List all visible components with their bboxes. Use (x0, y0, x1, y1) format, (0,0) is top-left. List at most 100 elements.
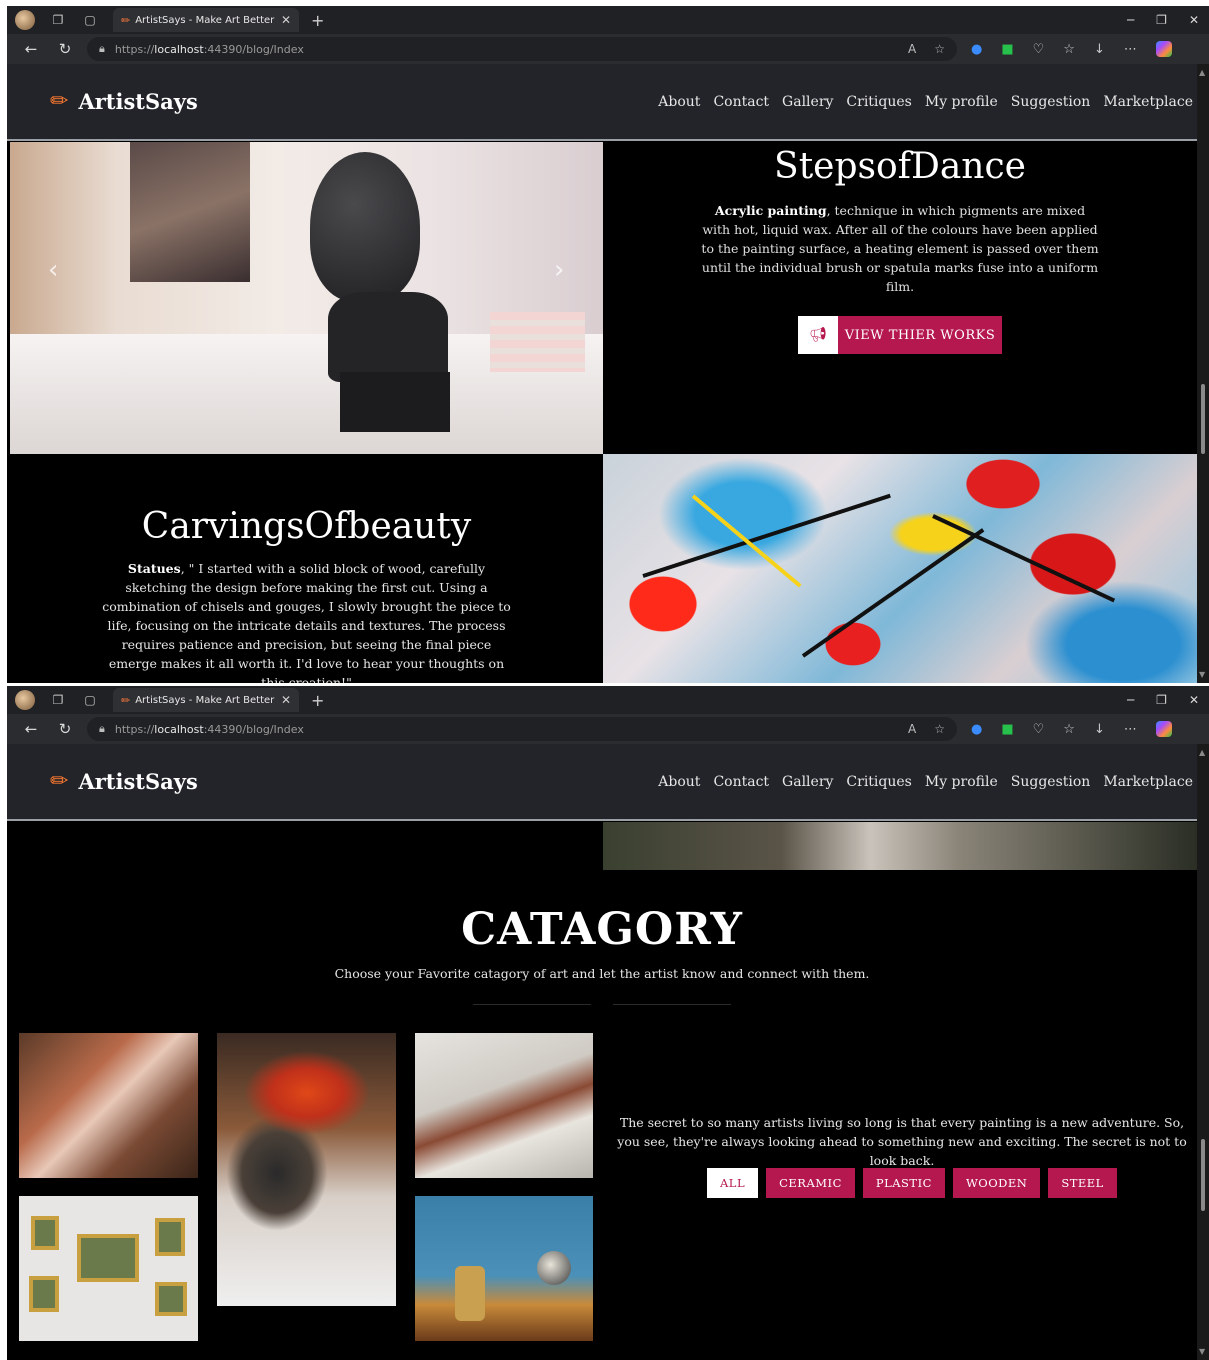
nav-my-profile[interactable]: My profile (925, 94, 998, 110)
lock-icon: 🔒︎ (99, 722, 105, 735)
filter-steel-button[interactable]: STEEL (1048, 1168, 1117, 1198)
brand-name: ArtistSays (78, 769, 198, 794)
page-scrollbar[interactable]: ▲ ▼ (1197, 64, 1209, 683)
gallery-image-portraits[interactable] (19, 1033, 198, 1178)
filter-plastic-button[interactable]: PLASTIC (862, 1168, 945, 1198)
filter-ceramic-button[interactable]: CERAMIC (766, 1168, 855, 1198)
minimize-icon[interactable]: ─ (1127, 13, 1134, 27)
browser-essentials-icon[interactable]: ♡ (1033, 42, 1045, 57)
brand-logo[interactable]: ✏ ArtistSays (50, 769, 198, 794)
gallery-image-framed-paintings[interactable] (19, 1196, 198, 1341)
brand-name: ArtistSays (78, 89, 198, 114)
workspaces-icon[interactable]: ❐ (49, 11, 67, 29)
downloads-icon[interactable]: ↓ (1094, 722, 1105, 737)
read-aloud-icon[interactable]: A (908, 722, 916, 736)
tab-actions-icon[interactable]: ▢ (81, 11, 99, 29)
nav-about[interactable]: About (658, 774, 700, 790)
page-scrollbar[interactable]: ▲ ▼ (1197, 744, 1209, 1360)
url-scheme: https:// (114, 42, 155, 56)
back-arrow-icon[interactable]: ← (21, 720, 41, 738)
nav-contact[interactable]: Contact (713, 94, 769, 110)
nav-critiques[interactable]: Critiques (846, 774, 911, 790)
new-tab-button[interactable]: + (311, 691, 324, 710)
close-window-icon[interactable]: ✕ (1189, 13, 1199, 27)
feature-title: StepsofDance (774, 146, 1026, 187)
restore-icon[interactable]: ❐ (1156, 693, 1167, 707)
url-path: :44390/blog/Index (203, 722, 304, 736)
refresh-icon[interactable]: ↻ (55, 720, 75, 738)
nav-critiques[interactable]: Critiques (846, 94, 911, 110)
tab-strip: ❐ ▢ ✏ ArtistSays - Make Art Better ✕ + ─… (7, 686, 1209, 714)
extension-icon[interactable]: ■ (1001, 722, 1013, 737)
pencil-icon: ✏ (121, 13, 131, 27)
more-menu-icon[interactable]: ⋯ (1124, 722, 1137, 737)
filter-wooden-button[interactable]: WOODEN (952, 1168, 1041, 1198)
favorite-star-icon[interactable]: ☆ (934, 42, 945, 56)
pencil-icon: ✏ (121, 693, 131, 707)
restore-icon[interactable]: ❐ (1156, 13, 1167, 27)
copilot-icon[interactable] (1155, 721, 1172, 737)
gallery-image-fluid-art[interactable] (217, 1033, 396, 1306)
main-nav: About Contact Gallery Critiques My profi… (658, 94, 1193, 110)
nav-contact[interactable]: Contact (713, 774, 769, 790)
carousel-next-icon[interactable]: › (554, 255, 564, 285)
address-bar[interactable]: 🔒︎ https://localhost:44390/blog/Index A … (87, 37, 957, 61)
pencil-icon: ✏ (50, 89, 69, 114)
brand-logo[interactable]: ✏ ArtistSays (50, 89, 198, 114)
nav-my-profile[interactable]: My profile (925, 774, 998, 790)
extension-icon[interactable]: ● (971, 722, 982, 737)
read-aloud-icon[interactable]: A (908, 42, 916, 56)
extensions-bar: ● ■ ♡ ☆ ↓ ⋯ (971, 721, 1172, 737)
feature-panel-carving: CarvingsOfbeauty Statues, " I started wi… (10, 454, 603, 683)
browser-tab-active[interactable]: ✏ ArtistSays - Make Art Better ✕ (113, 688, 299, 712)
tab-close-icon[interactable]: ✕ (281, 13, 291, 27)
url-host: localhost (154, 42, 204, 56)
nav-marketplace[interactable]: Marketplace (1103, 94, 1193, 110)
new-tab-button[interactable]: + (311, 11, 324, 30)
extension-icon[interactable]: ● (971, 42, 982, 57)
lock-icon: 🔒︎ (99, 42, 105, 55)
nav-suggestion[interactable]: Suggestion (1011, 94, 1091, 110)
favorites-icon[interactable]: ☆ (1063, 42, 1075, 57)
tab-strip: ❐ ▢ ✏ ArtistSays - Make Art Better ✕ + ─… (7, 6, 1209, 34)
downloads-icon[interactable]: ↓ (1094, 42, 1105, 57)
browser-window-top: ❐ ▢ ✏ ArtistSays - Make Art Better ✕ + ─… (7, 6, 1209, 683)
back-arrow-icon[interactable]: ← (21, 40, 41, 58)
feature-description: Statues, " I started with a solid block … (102, 561, 511, 683)
browser-essentials-icon[interactable]: ♡ (1033, 722, 1045, 737)
tab-actions-icon[interactable]: ▢ (81, 691, 99, 709)
gallery-image-artist-studio[interactable] (415, 1033, 593, 1178)
filter-all-button[interactable]: ALL (707, 1168, 759, 1198)
address-bar[interactable]: 🔒︎ https://localhost:44390/blog/Index A … (87, 717, 957, 741)
favorite-star-icon[interactable]: ☆ (934, 722, 945, 736)
carousel-prev-icon[interactable]: ‹ (48, 255, 58, 285)
nav-gallery[interactable]: Gallery (782, 94, 833, 110)
nav-about[interactable]: About (658, 94, 700, 110)
favorites-icon[interactable]: ☆ (1063, 722, 1075, 737)
url-path: :44390/blog/Index (203, 42, 304, 56)
view-works-label: VIEW THIER WORKS (838, 316, 1002, 354)
profile-avatar[interactable] (15, 690, 35, 710)
tab-title: ArtistSays - Make Art Better (135, 694, 275, 706)
tab-close-icon[interactable]: ✕ (281, 693, 291, 707)
nav-marketplace[interactable]: Marketplace (1103, 774, 1193, 790)
megaphone-icon: 📢︎ (798, 316, 838, 354)
profile-avatar[interactable] (15, 10, 35, 30)
nav-suggestion[interactable]: Suggestion (1011, 774, 1091, 790)
browser-tab-active[interactable]: ✏ ArtistSays - Make Art Better ✕ (113, 8, 299, 32)
more-menu-icon[interactable]: ⋯ (1124, 42, 1137, 57)
refresh-icon[interactable]: ↻ (55, 40, 75, 58)
abstract-painting-image (603, 454, 1197, 683)
feature-panel-dance: StepsofDance Acrylic painting, technique… (603, 142, 1197, 454)
url-scheme: https:// (114, 722, 155, 736)
minimize-icon[interactable]: ─ (1127, 693, 1134, 707)
copilot-icon[interactable] (1155, 41, 1172, 57)
view-works-button[interactable]: 📢︎ VIEW THIER WORKS (798, 316, 1002, 354)
extension-icon[interactable]: ■ (1001, 42, 1013, 57)
workspaces-icon[interactable]: ❐ (49, 691, 67, 709)
nav-gallery[interactable]: Gallery (782, 774, 833, 790)
close-window-icon[interactable]: ✕ (1189, 693, 1199, 707)
gallery-image-decor-shelf[interactable] (415, 1196, 593, 1341)
window-controls: ─ ❐ ✕ (1127, 686, 1199, 714)
main-nav: About Contact Gallery Critiques My profi… (658, 774, 1193, 790)
